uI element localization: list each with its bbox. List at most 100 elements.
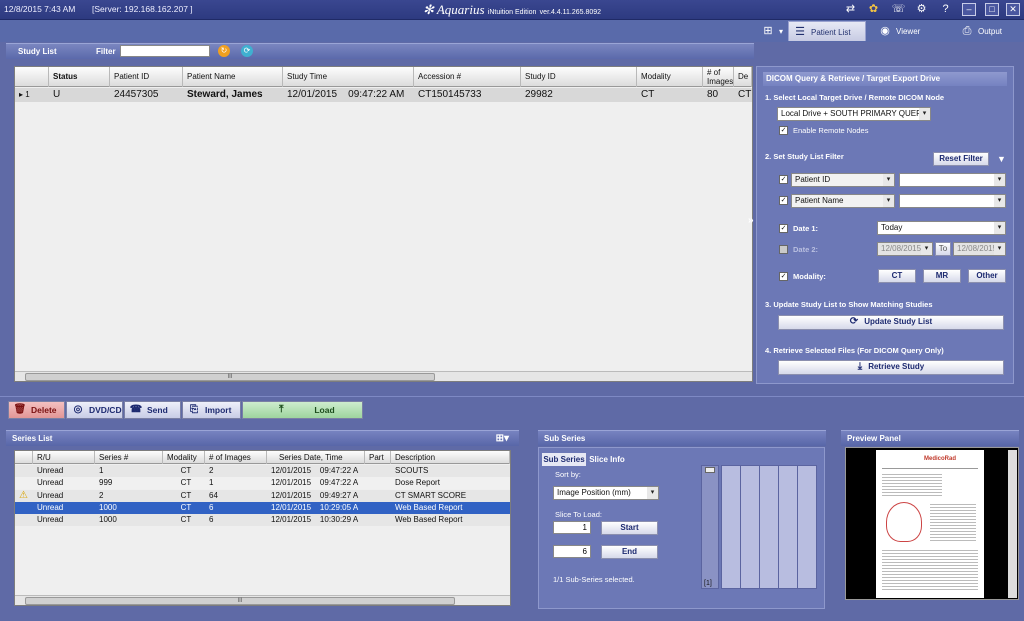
layout-menu-icon[interactable]: ⊞ ▾: [757, 21, 785, 41]
date2-from-select[interactable]: 12/08/2015 ▾: [877, 242, 933, 256]
preview-panel-header: Preview Panel: [841, 430, 1019, 446]
cell-status: U: [53, 89, 61, 100]
tab-patient-list[interactable]: ☰ Patient List: [788, 21, 866, 41]
preview-document-image[interactable]: MedicoRad: [876, 450, 984, 598]
close-button[interactable]: ✕: [1006, 3, 1020, 16]
date2-to-select[interactable]: 12/08/2015 ▾: [953, 242, 1006, 256]
tab-sub-series[interactable]: Sub Series: [542, 453, 586, 466]
sub-series-thumbnails[interactable]: [721, 465, 817, 589]
retrieve-study-button[interactable]: ⤓ Retrieve Study: [778, 360, 1004, 375]
end-slice-input[interactable]: [553, 545, 591, 558]
disc-icon: ◎: [73, 404, 83, 416]
modality-checkbox[interactable]: ✓: [779, 272, 788, 281]
col-series-modality[interactable]: Modality: [163, 451, 205, 464]
filter2-checkbox[interactable]: ✓: [779, 196, 788, 205]
cell-modality: CT: [180, 466, 192, 475]
col-study-id[interactable]: Study ID: [521, 67, 637, 87]
import-button[interactable]: ⎘ Import: [182, 401, 241, 419]
col-images[interactable]: # of Images: [703, 67, 734, 87]
col-accession[interactable]: Accession #: [414, 67, 521, 87]
modality-mr-button[interactable]: MR: [923, 269, 961, 283]
cell-series: 999: [99, 478, 113, 488]
study-horizontal-scrollbar[interactable]: III: [15, 371, 752, 381]
start-slice-input[interactable]: [553, 521, 591, 534]
filter-apply-icon[interactable]: ↻: [218, 45, 230, 57]
sub-series-scrollbar[interactable]: [1]: [701, 465, 719, 589]
tab-output[interactable]: ⎙ Output: [956, 21, 1020, 41]
modality-other-button[interactable]: Other: [968, 269, 1006, 283]
filter1-checkbox[interactable]: ✓: [779, 175, 788, 184]
gear-icon[interactable]: ⚙: [914, 2, 929, 17]
cell-patient-name: Steward, James: [187, 89, 263, 100]
cell-datetime: 12/01/2015 09:47:22 A: [271, 466, 359, 475]
sort-by-select[interactable]: Image Position (mm) ▾: [553, 486, 659, 500]
minimize-button[interactable]: –: [962, 3, 976, 16]
help-icon[interactable]: ?: [938, 2, 953, 17]
study-list-header: Study List Filter: [6, 43, 754, 59]
flower-icon[interactable]: ✿: [866, 2, 881, 17]
col-warn: [15, 451, 33, 464]
warn-cell: [15, 514, 33, 526]
cell-images: 64: [209, 490, 218, 500]
date1-select[interactable]: Today ▾: [877, 221, 1006, 235]
table-row[interactable]: Unread 1 CT 2 12/01/2015 09:47:22 A SCOUTS: [15, 465, 510, 477]
cell-description: SCOUTS: [395, 466, 429, 475]
filter-options-icon[interactable]: ▼: [997, 154, 1006, 164]
col-study-time[interactable]: Study Time: [283, 67, 414, 87]
col-status[interactable]: Status: [49, 67, 110, 87]
maximize-button[interactable]: □: [985, 3, 999, 16]
scroll-thumb[interactable]: III: [25, 597, 455, 605]
filter-refresh-icon[interactable]: ⟳: [241, 45, 253, 57]
col-description[interactable]: Description: [391, 451, 510, 464]
cell-ru: Unread: [37, 490, 64, 500]
filter2-value-select[interactable]: ▾: [899, 194, 1006, 208]
cell-datetime: 12/01/2015 09:47:22 A: [271, 478, 359, 488]
sub-series-thumb[interactable]: [705, 467, 715, 473]
tab-slice-info[interactable]: Slice Info: [587, 453, 627, 466]
swap-arrows-icon[interactable]: ⇄: [843, 2, 858, 17]
phone-icon[interactable]: ☏: [891, 2, 906, 17]
reset-filter-button[interactable]: Reset Filter: [933, 152, 989, 166]
col-series[interactable]: Series #: [95, 451, 163, 464]
start-button[interactable]: Start: [601, 521, 658, 535]
modality-ct-button[interactable]: CT: [878, 269, 916, 283]
end-button[interactable]: End: [601, 545, 658, 559]
col-patient-id[interactable]: Patient ID: [110, 67, 183, 87]
series-horizontal-scrollbar[interactable]: III: [15, 595, 510, 605]
filter-input[interactable]: [120, 45, 210, 57]
filter1-field-select[interactable]: Patient ID ▾: [791, 173, 895, 187]
scroll-thumb[interactable]: III: [25, 373, 435, 381]
date-to-button[interactable]: To: [935, 242, 951, 256]
app-version: ver.4.4.11.265.8092: [539, 9, 602, 16]
cell-accession: CT150145733: [418, 89, 482, 100]
load-button[interactable]: ⤒ Load: [242, 401, 363, 419]
table-row[interactable]: ⚠ Unread 2 CT 64 12/01/2015 09:49:27 A CT SMAR…: [15, 489, 510, 502]
table-row[interactable]: Unread 1000 CT 6 12/01/2015 10:30:29 A Web Ba…: [15, 514, 510, 527]
date1-checkbox[interactable]: ✓: [779, 224, 788, 233]
col-ru[interactable]: R/U: [33, 451, 95, 464]
target-drive-select[interactable]: Local Drive + SOUTH PRIMARY QUERY ▾: [777, 107, 931, 121]
table-row[interactable]: ▸ 1 U 24457305 Steward, James 12/01/2015…: [15, 88, 752, 102]
send-button[interactable]: ☎ Send: [124, 401, 181, 419]
col-de[interactable]: De: [734, 67, 752, 87]
enable-remote-checkbox[interactable]: ✓: [779, 126, 788, 135]
col-modality[interactable]: Modality: [637, 67, 703, 87]
col-patient-name[interactable]: Patient Name: [183, 67, 283, 87]
filter1-value-select[interactable]: ▾: [899, 173, 1006, 187]
column-chooser-icon[interactable]: ⊞▾: [496, 431, 509, 446]
filter2-field-select[interactable]: Patient Name ▾: [791, 194, 895, 208]
cell-part: [365, 477, 391, 489]
date2-checkbox[interactable]: [779, 245, 788, 254]
dvd-cd-button[interactable]: ◎ DVD/CD: [66, 401, 123, 419]
tab-viewer[interactable]: ◉ Viewer: [874, 21, 938, 41]
preview-scrollbar[interactable]: [1008, 450, 1017, 598]
col-series-datetime[interactable]: Series Date, Time: [267, 451, 365, 464]
sub-series-header: Sub Series: [538, 430, 826, 446]
table-row[interactable]: Unread 1000 CT 6 12/01/2015 10:29:05 A Web Ba…: [15, 501, 510, 514]
col-series-images[interactable]: # of Images: [205, 451, 267, 464]
cell-description: CT SMART SCORE: [395, 490, 467, 500]
update-study-list-button[interactable]: ⟳ Update Study List: [778, 315, 1004, 330]
table-row[interactable]: Unread 999 CT 1 12/01/2015 09:47:22 A Dose Re…: [15, 477, 510, 490]
delete-button[interactable]: 🗑 Delete: [8, 401, 65, 419]
col-part[interactable]: Part: [365, 451, 391, 464]
